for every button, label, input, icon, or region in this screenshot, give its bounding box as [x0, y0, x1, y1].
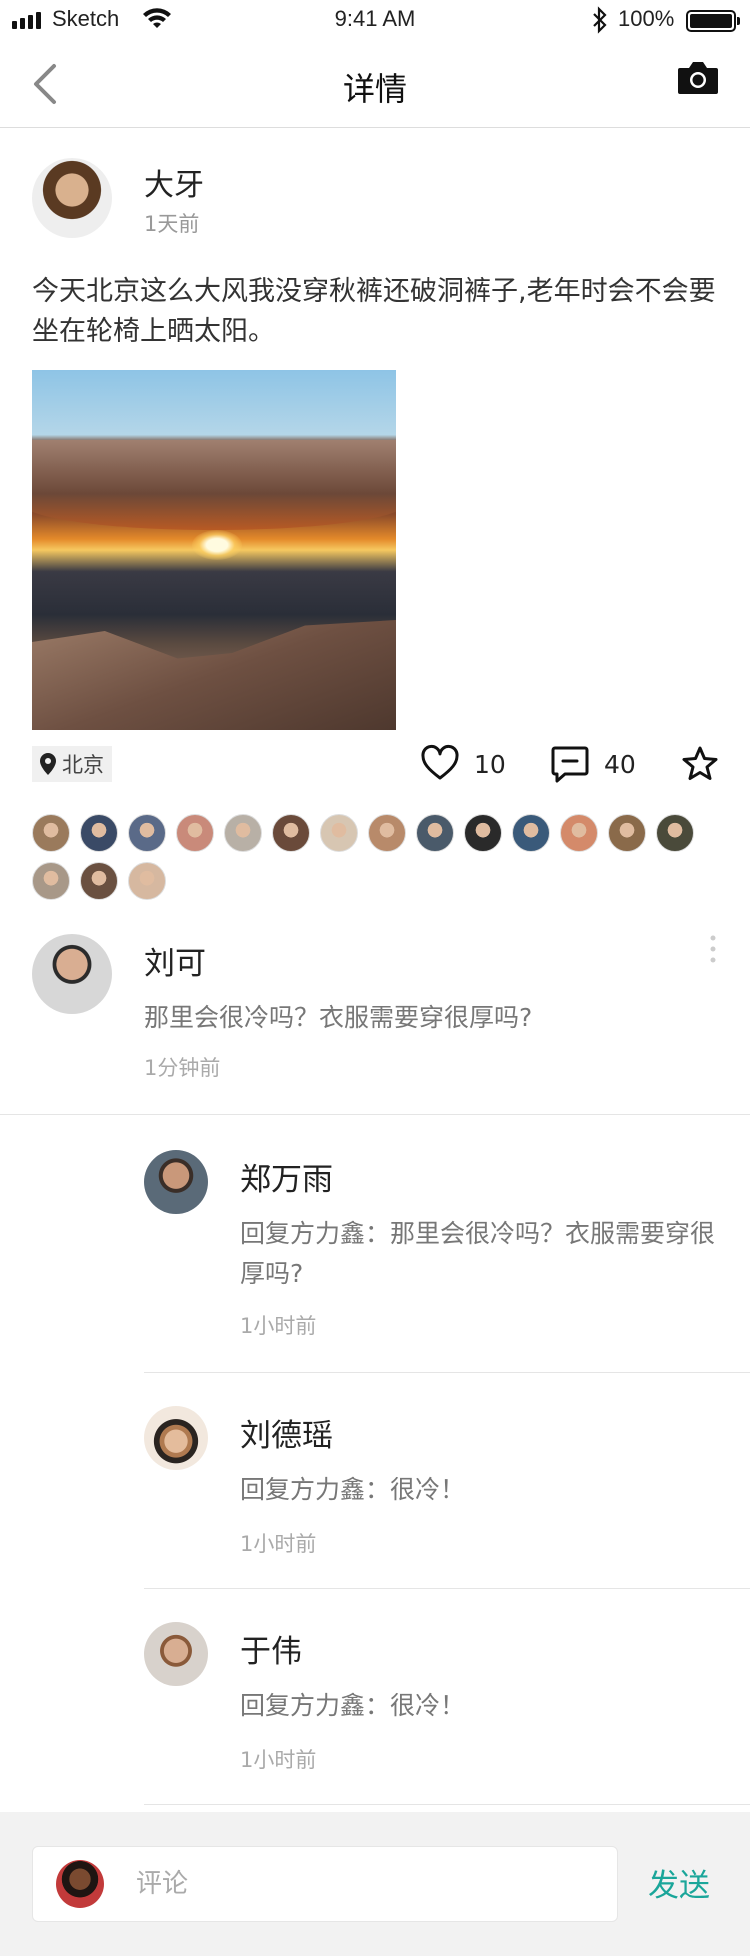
location-pin-icon: [40, 753, 56, 775]
battery-icon: [686, 10, 740, 32]
reply-timestamp: 1小时前: [240, 1314, 317, 1338]
status-bar: Sketch 9:41 AM 100%: [0, 0, 750, 40]
post-timestamp: 1天前: [144, 212, 200, 236]
liker-avatar[interactable]: [32, 814, 70, 852]
liker-avatar[interactable]: [80, 862, 118, 900]
location-label: 北京: [62, 753, 104, 777]
battery-percent: 100%: [618, 6, 675, 31]
commenter-avatar[interactable]: [32, 934, 112, 1014]
comment-count: 40: [604, 750, 636, 779]
star-icon[interactable]: [680, 744, 720, 784]
liker-avatar[interactable]: [656, 814, 694, 852]
liker-avatar[interactable]: [224, 814, 262, 852]
liker-avatar[interactable]: [176, 814, 214, 852]
photo-arch: [32, 440, 396, 530]
liker-avatar[interactable]: [560, 814, 598, 852]
bluetooth-icon: [593, 6, 607, 34]
liker-avatar[interactable]: [368, 814, 406, 852]
divider: [144, 1804, 750, 1805]
reply-name[interactable]: 郑万雨: [240, 1154, 333, 1199]
like-count: 10: [474, 750, 506, 779]
camera-icon[interactable]: [676, 58, 720, 98]
liker-avatar[interactable]: [608, 814, 646, 852]
more-vertical-icon[interactable]: [708, 934, 718, 964]
nav-bar: 详情: [0, 40, 750, 128]
liker-avatar[interactable]: [320, 814, 358, 852]
comment-input[interactable]: [120, 1858, 600, 1910]
liker-avatar[interactable]: [80, 814, 118, 852]
liker-avatar[interactable]: [512, 814, 550, 852]
reply-avatar[interactable]: [144, 1622, 208, 1686]
author-name[interactable]: 大牙: [144, 160, 204, 204]
reply-text: 回复方力鑫：很冷！: [240, 1691, 466, 1720]
photo-rocks: [32, 620, 396, 730]
my-avatar: [56, 1860, 104, 1908]
send-button[interactable]: 发送: [648, 1860, 710, 1905]
comment-timestamp: 1分钟前: [144, 1056, 221, 1080]
liker-avatar[interactable]: [32, 862, 70, 900]
divider: [144, 1372, 750, 1373]
reply-name[interactable]: 刘德瑶: [240, 1410, 333, 1455]
divider: [0, 1114, 750, 1115]
liker-avatars: [32, 814, 712, 900]
reply-text: 回复方力鑫：那里会很冷吗？衣服需要穿很厚吗?: [240, 1219, 716, 1288]
comment-icon[interactable]: [550, 744, 590, 784]
reply-timestamp: 1小时前: [240, 1532, 317, 1556]
liker-avatar[interactable]: [128, 862, 166, 900]
post-photo[interactable]: [32, 370, 396, 730]
comment-text: 那里会很冷吗？衣服需要穿很厚吗?: [144, 1003, 533, 1032]
post-text: 今天北京这么大风我没穿秋裤还破洞裤子,老年时会不会要坐在轮椅上晒太阳。: [32, 276, 716, 347]
page-title: 详情: [342, 70, 407, 108]
photo-sun: [192, 530, 242, 560]
liker-avatar[interactable]: [272, 814, 310, 852]
commenter-name[interactable]: 刘可: [144, 938, 206, 983]
location-tag[interactable]: 北京: [32, 746, 112, 782]
liker-avatar[interactable]: [416, 814, 454, 852]
liker-avatar[interactable]: [464, 814, 502, 852]
reply-avatar[interactable]: [144, 1150, 208, 1214]
reply-name[interactable]: 于伟: [240, 1626, 302, 1671]
reply-avatar[interactable]: [144, 1406, 208, 1470]
reply-text: 回复方力鑫：很冷！: [240, 1475, 466, 1504]
reply-timestamp: 1小时前: [240, 1748, 317, 1772]
liker-avatar[interactable]: [128, 814, 166, 852]
heart-icon[interactable]: [420, 744, 460, 784]
divider: [144, 1588, 750, 1589]
author-avatar[interactable]: [32, 158, 112, 238]
